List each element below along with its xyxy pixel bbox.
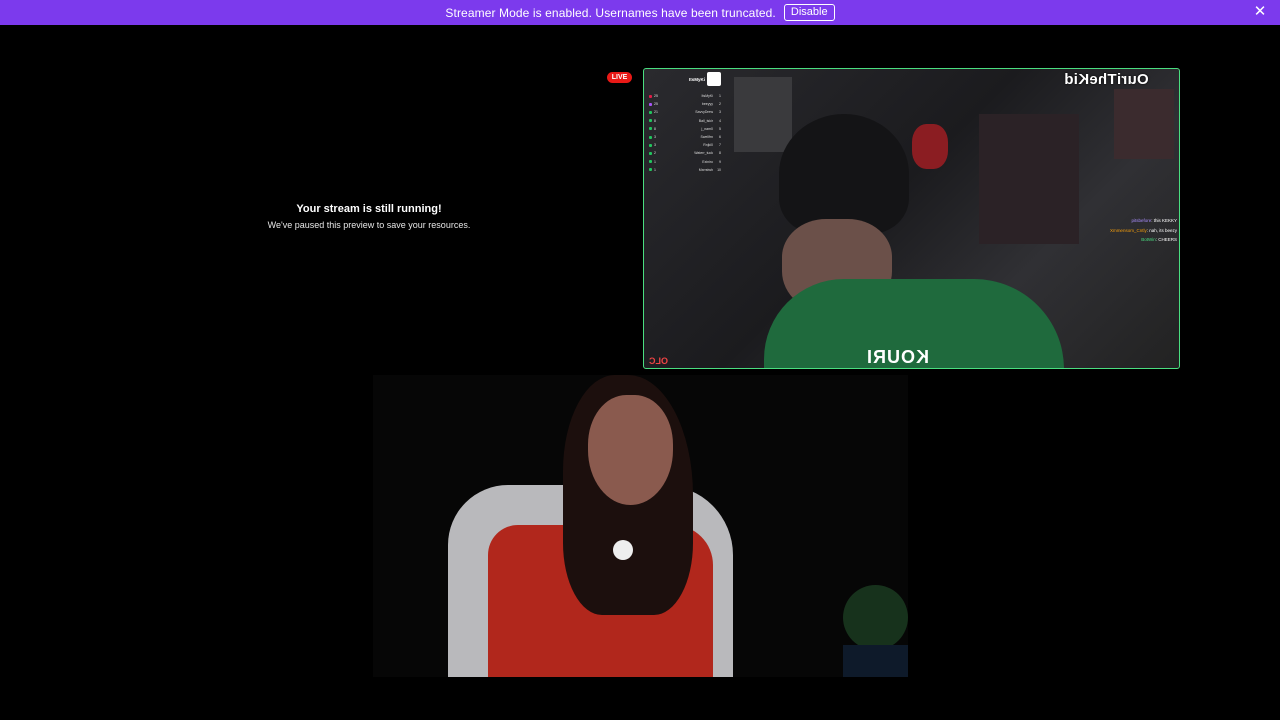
leaderboard-score: 25 [654,94,658,99]
leaderboard-rank: 9 [719,159,721,164]
kouri-logo: KOURI [866,347,929,368]
leaderboard-rank: 5 [719,126,721,131]
leaderboard-title: ItsMyKi [688,76,705,82]
leaderboard-rank: 4 [719,118,721,123]
leaderboard-row: 8 j_nam0 5 [649,125,721,133]
streamer-hat [779,114,909,234]
jersey-logo [613,540,633,560]
rank-color-icon [649,110,652,114]
streamer-mode-message: Streamer Mode is enabled. Usernames have… [445,5,776,20]
chat-message: BotWin: CHEERS [1141,237,1177,242]
paused-subtitle: We've paused this preview to save your r… [267,220,471,230]
leaderboard-name: Waterr_tuck [694,151,713,156]
rank-color-icon [649,143,652,147]
leaderboard-row: 21 SavvyDrew 3 [649,108,721,116]
leaderboard-row: 25 ItsMyKi 1 [649,92,721,100]
chat-message: pitsbefore: this KEKKY [1131,218,1177,223]
leaderboard-row: 3 Rnjki0 7 [649,141,721,149]
leaderboard-name: Mxrrstwh [698,167,713,172]
chat-username: Xmmensom_Cntly [1109,227,1147,233]
kouri-logo-text: KOURI [866,347,929,367]
leaderboard-name: beeyyy [701,102,713,107]
leaderboard-rank: 2 [719,102,721,107]
leaderboard-score: 3 [654,143,656,148]
leaderboard-overlay: ItsMyKi 25 ItsMyKi 1 25 beeyyy 2 21 SavvyDrew 3 8… [649,72,721,174]
boxing-glove [912,124,948,169]
leaderboard-rank: 6 [719,135,721,140]
person-face [588,395,673,505]
chat-text: nah, its beezy [1149,227,1177,233]
camera-preview[interactable] [373,375,908,677]
leaderboard-rank: 1 [719,94,721,99]
rank-color-icon [649,168,652,172]
chat-username: pitsbefore [1131,218,1152,223]
leaderboard-rank: 8 [719,151,721,156]
streamer-mode-banner: Streamer Mode is enabled. Usernames have… [0,0,1280,25]
leaderboard-score: 1 [654,167,656,172]
leaderboard-name: Ball_tskir [698,118,713,123]
wall-poster [734,77,792,152]
leaderboard-rank: 7 [719,143,721,148]
leaderboard-rank: 3 [719,110,721,115]
leaderboard-rank: 10 [717,167,721,172]
leaderboard-rows: 25 ItsMyKi 1 25 beeyyy 2 21 SavvyDrew 3 8 Ball_tsk… [649,92,721,174]
leaderboard-name: Exiniro [702,159,713,164]
leaderboard-row: 8 Ball_tskir 4 [649,117,721,125]
channel-name: OuriTheKid [1064,71,1149,88]
leaderboard-score: 21 [654,110,658,115]
corner-tag: OLC [649,356,668,366]
leaderboard-name: ItsMyKi [701,94,713,99]
chat-text: CHEERS [1158,237,1177,242]
leaderboard-logo-icon [707,72,721,86]
paused-title: Your stream is still running! [296,203,442,215]
close-icon[interactable]: ✕ [1252,4,1268,20]
leaderboard-score: 1 [654,159,656,164]
wall-poster [979,114,1079,244]
leaderboard-score: 3 [654,135,656,140]
leaderboard-row: 3 Swellfrn 6 [649,133,721,141]
paused-preview-message: Your stream is still running! We've paus… [236,203,502,230]
stream-video-preview[interactable]: ItsMyKi 25 ItsMyKi 1 25 beeyyy 2 21 SavvyDrew 3 8… [643,68,1180,369]
leaderboard-row: 2 Waterr_tuck 8 [649,149,721,157]
wall-poster [1114,89,1174,159]
chat-message: Xmmensom_Cntly: nah, its beezy [1109,227,1177,233]
leaderboard-row: 25 beeyyy 2 [649,100,721,108]
disable-streamer-mode-button[interactable]: Disable [783,4,835,21]
leaderboard-name: j_nam0 [701,126,713,131]
rank-color-icon [649,160,652,164]
keyboard [843,645,908,677]
chat-username: BotWin [1141,237,1156,242]
leaderboard-score: 25 [654,102,658,107]
rank-color-icon [649,94,652,98]
channel-name-wrap: OuriTheKid [1031,69,1171,89]
rank-color-icon [649,127,652,131]
chat-overlay: pitsbefore: this KEKKY Xmmensom_Cntly: na… [1067,216,1177,245]
plant [843,585,908,650]
rank-color-icon [649,151,652,155]
leaderboard-header: ItsMyKi [649,72,721,86]
leaderboard-score: 8 [654,118,656,123]
leaderboard-score: 2 [654,151,656,156]
chat-text: this KEKKY [1153,218,1177,223]
leaderboard-score: 8 [654,126,656,131]
leaderboard-row: 1 Mxrrstwh 10 [649,166,721,174]
live-badge: LIVE [607,72,632,83]
rank-color-icon [649,102,652,106]
leaderboard-name: Swellfrn [700,135,713,140]
leaderboard-name: Rnjki0 [703,143,713,148]
rank-color-icon [649,119,652,123]
leaderboard-row: 1 Exiniro 9 [649,158,721,166]
rank-color-icon [649,135,652,139]
leaderboard-name: SavvyDrew [695,110,713,115]
